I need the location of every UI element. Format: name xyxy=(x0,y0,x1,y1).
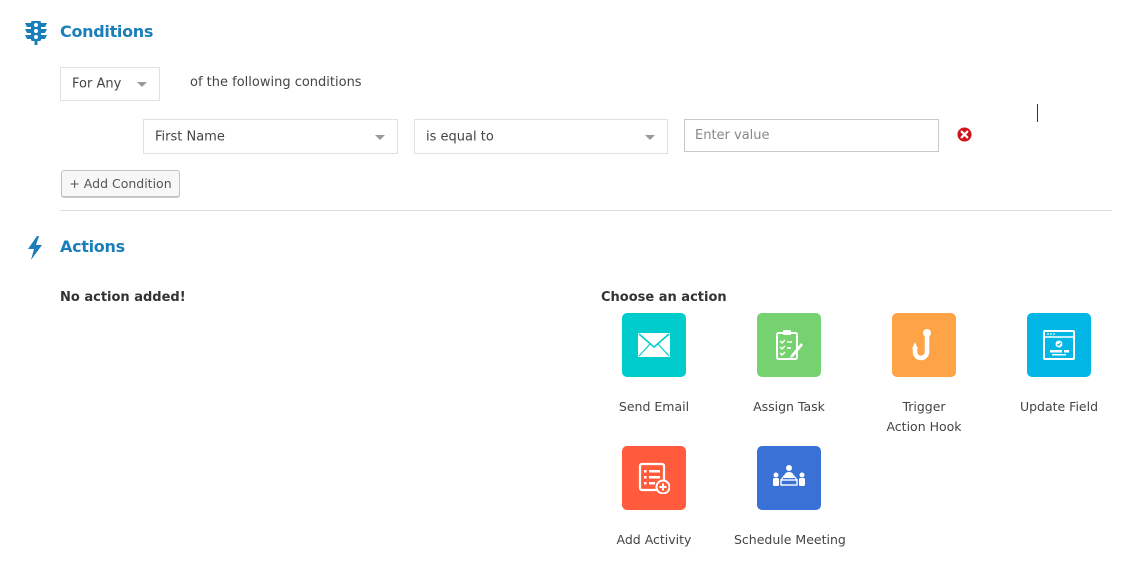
lightning-icon xyxy=(26,235,44,265)
update-field-icon xyxy=(1027,313,1091,377)
chevron-down-icon xyxy=(375,134,385,140)
action-send-email[interactable]: Send Email xyxy=(599,313,709,417)
action-label: Schedule Meeting xyxy=(734,532,846,547)
text-cursor xyxy=(1037,104,1038,122)
add-activity-icon xyxy=(622,446,686,510)
actions-title: Actions xyxy=(60,237,125,256)
condition-value-input[interactable] xyxy=(684,119,939,152)
action-update-field[interactable]: Update Field xyxy=(1004,313,1114,417)
hook-icon xyxy=(892,313,956,377)
action-trigger-action-hook[interactable]: Trigger Action Hook xyxy=(869,313,979,437)
choose-action-label: Choose an action xyxy=(601,290,727,305)
meeting-icon xyxy=(757,446,821,510)
add-condition-button[interactable]: + Add Condition xyxy=(61,170,180,197)
action-assign-task[interactable]: Assign Task xyxy=(734,313,844,417)
no-action-message: No action added! xyxy=(60,290,186,305)
action-label: Assign Task xyxy=(753,399,825,414)
match-type-select[interactable]: For Any xyxy=(60,67,160,101)
condition-field-value: First Name xyxy=(155,129,225,144)
action-schedule-meeting[interactable]: Schedule Meeting xyxy=(734,446,846,550)
remove-condition-icon[interactable] xyxy=(957,127,972,146)
action-label: Send Email xyxy=(618,399,690,414)
add-condition-label: + Add Condition xyxy=(69,176,172,191)
action-label: Update Field xyxy=(1019,399,1099,414)
chevron-down-icon xyxy=(137,82,147,87)
chevron-down-icon xyxy=(645,134,655,140)
action-add-activity[interactable]: Add Activity xyxy=(599,446,709,550)
conditions-title: Conditions xyxy=(60,22,154,41)
condition-operator-select[interactable]: is equal to xyxy=(414,119,668,154)
action-label: Trigger Action Hook xyxy=(886,399,962,434)
traffic-light-icon xyxy=(24,20,48,50)
match-suffix-text: of the following conditions xyxy=(190,75,362,90)
action-label: Add Activity xyxy=(616,532,692,547)
condition-operator-value: is equal to xyxy=(426,129,494,144)
condition-field-select[interactable]: First Name xyxy=(143,119,398,154)
section-divider xyxy=(60,210,1112,211)
clipboard-task-icon xyxy=(757,313,821,377)
envelope-icon xyxy=(622,313,686,377)
match-type-value: For Any xyxy=(72,76,122,92)
